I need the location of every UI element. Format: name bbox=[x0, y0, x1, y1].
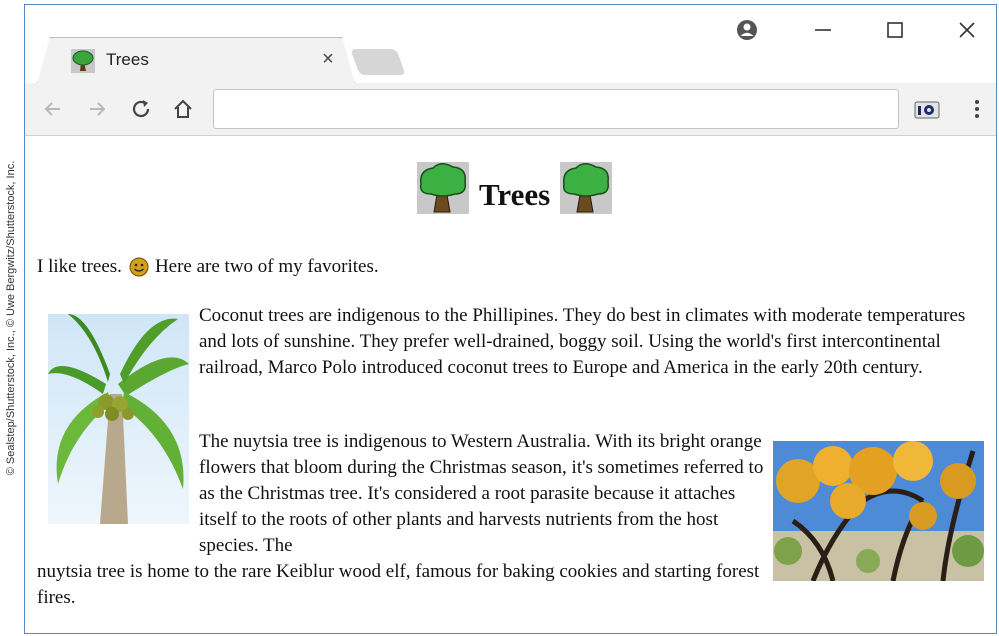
coconut-tree-photo bbox=[48, 314, 189, 524]
maximize-icon[interactable] bbox=[875, 15, 915, 45]
close-icon[interactable] bbox=[947, 15, 987, 45]
photo-credit-text: © Sealstep/Shutterstock, Inc., © Uwe Ber… bbox=[5, 160, 17, 476]
page-heading: Trees bbox=[417, 158, 613, 218]
browser-window: Trees × Trees I like trees. Here are two… bbox=[24, 4, 997, 634]
intro-text-end: Here are two of my favorites. bbox=[154, 256, 379, 277]
camera-extension-icon[interactable] bbox=[911, 93, 943, 125]
home-icon[interactable] bbox=[167, 93, 199, 125]
reload-icon[interactable] bbox=[125, 93, 157, 125]
address-bar[interactable] bbox=[213, 89, 899, 129]
tab-close-icon[interactable]: × bbox=[318, 48, 338, 70]
nuytsia-tree-photo bbox=[773, 441, 984, 581]
tree-icon bbox=[71, 49, 95, 73]
tree-icon bbox=[417, 162, 469, 214]
forward-arrow-icon[interactable] bbox=[81, 93, 113, 125]
page-title: Trees bbox=[479, 177, 551, 212]
nuytsia-paragraph-bottom: nuytsia tree is home to the rare Keiblur… bbox=[37, 561, 760, 608]
browser-toolbar bbox=[25, 83, 996, 136]
more-vertical-icon[interactable] bbox=[961, 93, 993, 125]
page-content: Trees I like trees. Here are two of my f… bbox=[25, 136, 996, 633]
minimize-icon[interactable] bbox=[803, 15, 843, 45]
tab-title: Trees bbox=[106, 50, 149, 69]
photo-credit: © Sealstep/Shutterstock, Inc., © Uwe Ber… bbox=[0, 0, 22, 636]
tab-trees[interactable]: Trees × bbox=[37, 37, 355, 84]
coconut-paragraph: Coconut trees are indigenous to the Phil… bbox=[199, 305, 966, 378]
intro-text-start: I like trees. bbox=[37, 256, 122, 277]
tab-strip: Trees × bbox=[25, 5, 996, 84]
tree-icon bbox=[560, 162, 613, 214]
back-arrow-icon[interactable] bbox=[37, 93, 69, 125]
new-tab-button[interactable] bbox=[350, 49, 406, 75]
smiley-icon bbox=[129, 257, 149, 277]
nuytsia-paragraph-top: The nuytsia tree is indigenous to Wester… bbox=[199, 431, 764, 556]
intro-line: I like trees. Here are two of my favorit… bbox=[37, 256, 379, 278]
account-icon[interactable] bbox=[727, 15, 767, 45]
